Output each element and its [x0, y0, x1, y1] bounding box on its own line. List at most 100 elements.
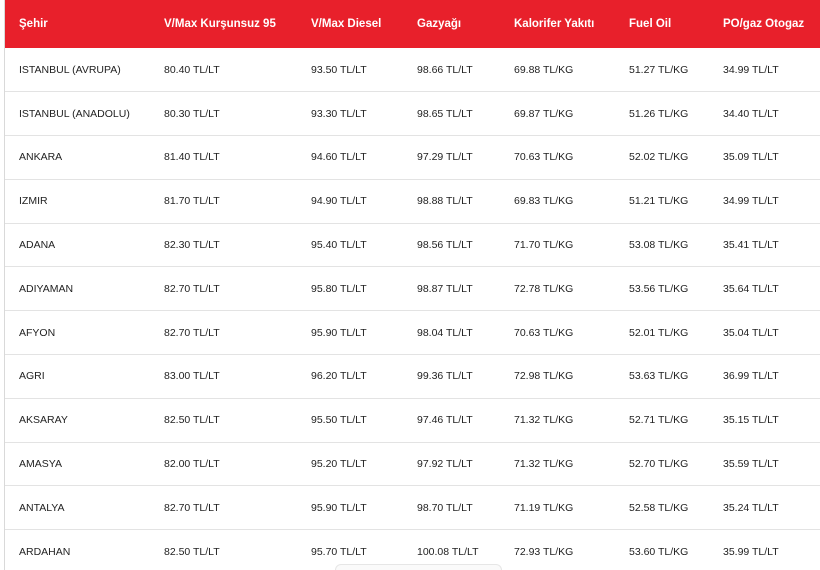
cell-fuel-oil: 53.60 TL/KG	[629, 545, 689, 558]
table-row: AMASYA 82.00 TL/LT 95.20 TL/LT 97.92 TL/LT 7…	[5, 442, 820, 486]
table-row: ANKARA 81.40 TL/LT 94.60 TL/LT 97.29 TL/LT 7…	[5, 136, 820, 180]
table-row: ISTANBUL (ANADOLU) 80.30 TL/LT 93.30 TL/LT…	[5, 92, 820, 136]
cell-autogas: 35.41 TL/LT	[723, 239, 779, 252]
column-header-unleaded-95: V/Max Kurşunsuz 95	[164, 18, 276, 30]
cell-fuel-oil: 51.26 TL/KG	[629, 107, 689, 120]
cell-diesel: 94.60 TL/LT	[311, 151, 367, 164]
cell-fuel-oil: 52.58 TL/KG	[629, 501, 689, 514]
cell-city: ARDAHAN	[19, 545, 71, 558]
cell-kerosene: 98.70 TL/LT	[417, 501, 473, 514]
cell-diesel: 93.50 TL/LT	[311, 63, 367, 76]
cell-autogas: 35.24 TL/LT	[723, 501, 779, 514]
cell-city: ISTANBUL (AVRUPA)	[19, 63, 121, 76]
cell-unleaded-95: 82.00 TL/LT	[164, 458, 220, 471]
cell-kerosene: 98.88 TL/LT	[417, 195, 473, 208]
cell-fuel-oil: 51.27 TL/KG	[629, 63, 689, 76]
cell-fuel-oil: 53.56 TL/KG	[629, 282, 689, 295]
cell-autogas: 34.99 TL/LT	[723, 63, 779, 76]
cell-kerosene: 98.65 TL/LT	[417, 107, 473, 120]
cell-kerosene: 97.92 TL/LT	[417, 458, 473, 471]
cell-unleaded-95: 82.50 TL/LT	[164, 414, 220, 427]
cell-autogas: 35.09 TL/LT	[723, 151, 779, 164]
cell-heating-oil: 69.88 TL/KG	[514, 63, 574, 76]
cell-heating-oil: 72.93 TL/KG	[514, 545, 574, 558]
cell-city: ISTANBUL (ANADOLU)	[19, 107, 130, 120]
cell-kerosene: 98.87 TL/LT	[417, 282, 473, 295]
cell-kerosene: 98.56 TL/LT	[417, 239, 473, 252]
cell-heating-oil: 70.63 TL/KG	[514, 326, 574, 339]
cell-unleaded-95: 80.30 TL/LT	[164, 107, 220, 120]
table-row: ADIYAMAN 82.70 TL/LT 95.80 TL/LT 98.87 TL/L…	[5, 267, 820, 311]
cell-diesel: 95.80 TL/LT	[311, 282, 367, 295]
column-header-diesel: V/Max Diesel	[311, 18, 382, 30]
column-header-city: Şehir	[19, 18, 48, 30]
cell-diesel: 95.50 TL/LT	[311, 414, 367, 427]
cell-city: ADANA	[19, 239, 56, 252]
cell-autogas: 34.99 TL/LT	[723, 195, 779, 208]
column-header-kerosene: Gazyağı	[417, 18, 462, 30]
cell-unleaded-95: 81.40 TL/LT	[164, 151, 220, 164]
table-row: ADANA 82.30 TL/LT 95.40 TL/LT 98.56 TL/LT 71…	[5, 223, 820, 267]
cell-autogas: 36.99 TL/LT	[723, 370, 779, 383]
cell-city: IZMIR	[19, 195, 48, 208]
cell-kerosene: 97.46 TL/LT	[417, 414, 473, 427]
fuel-price-table: Şehir V/Max Kurşunsuz 95 V/Max Diesel Ga…	[5, 0, 820, 570]
cell-heating-oil: 71.19 TL/KG	[514, 501, 574, 514]
cell-unleaded-95: 82.70 TL/LT	[164, 501, 220, 514]
table-row: ANTALYA 82.70 TL/LT 95.90 TL/LT 98.70 TL/LT…	[5, 486, 820, 530]
table-body: ISTANBUL (AVRUPA) 80.40 TL/LT 93.50 TL/LT 9…	[5, 48, 820, 570]
cell-fuel-oil: 51.21 TL/KG	[629, 195, 689, 208]
cell-unleaded-95: 82.30 TL/LT	[164, 239, 220, 252]
cell-autogas: 35.59 TL/LT	[723, 458, 779, 471]
cell-autogas: 35.04 TL/LT	[723, 326, 779, 339]
cell-diesel: 96.20 TL/LT	[311, 370, 367, 383]
cell-kerosene: 99.36 TL/LT	[417, 370, 473, 383]
cell-heating-oil: 69.87 TL/KG	[514, 107, 574, 120]
cell-kerosene: 97.29 TL/LT	[417, 151, 473, 164]
scroll-indicator[interactable]	[335, 564, 502, 570]
cell-heating-oil: 70.63 TL/KG	[514, 151, 574, 164]
cell-heating-oil: 71.32 TL/KG	[514, 458, 574, 471]
header-row: Şehir V/Max Kurşunsuz 95 V/Max Diesel Ga…	[5, 0, 820, 48]
cell-heating-oil: 71.32 TL/KG	[514, 414, 574, 427]
cell-unleaded-95: 81.70 TL/LT	[164, 195, 220, 208]
cell-kerosene: 98.04 TL/LT	[417, 326, 473, 339]
table-row: AFYON 82.70 TL/LT 95.90 TL/LT 98.04 TL/LT 70…	[5, 311, 820, 355]
cell-diesel: 93.30 TL/LT	[311, 107, 367, 120]
cell-fuel-oil: 52.02 TL/KG	[629, 151, 689, 164]
cell-city: ANTALYA	[19, 501, 65, 514]
cell-fuel-oil: 52.70 TL/KG	[629, 458, 689, 471]
cell-heating-oil: 71.70 TL/KG	[514, 239, 574, 252]
table-row: AGRI 83.00 TL/LT 96.20 TL/LT 99.36 TL/LT 72.…	[5, 355, 820, 399]
cell-unleaded-95: 82.50 TL/LT	[164, 545, 220, 558]
cell-city: AGRI	[19, 370, 45, 383]
cell-autogas: 34.40 TL/LT	[723, 107, 779, 120]
cell-diesel: 94.90 TL/LT	[311, 195, 367, 208]
cell-city: ADIYAMAN	[19, 282, 74, 295]
table-row: IZMIR 81.70 TL/LT 94.90 TL/LT 98.88 TL/LT 69…	[5, 179, 820, 224]
cell-city: AFYON	[19, 326, 56, 339]
cell-city: AKSARAY	[19, 414, 68, 427]
column-header-autogas: PO/gaz Otogaz	[723, 18, 805, 30]
cell-diesel: 95.20 TL/LT	[311, 458, 367, 471]
table-row: ISTANBUL (AVRUPA) 80.40 TL/LT 93.50 TL/LT 9…	[5, 48, 820, 92]
cell-unleaded-95: 83.00 TL/LT	[164, 370, 220, 383]
cell-fuel-oil: 52.71 TL/KG	[629, 414, 689, 427]
cell-autogas: 35.15 TL/LT	[723, 414, 779, 427]
column-header-fuel-oil: Fuel Oil	[629, 18, 672, 30]
cell-autogas: 35.99 TL/LT	[723, 545, 779, 558]
cell-fuel-oil: 53.08 TL/KG	[629, 239, 689, 252]
table-header: Şehir V/Max Kurşunsuz 95 V/Max Diesel Ga…	[5, 0, 820, 48]
cell-unleaded-95: 80.40 TL/LT	[164, 63, 220, 76]
cell-diesel: 95.40 TL/LT	[311, 239, 367, 252]
cell-city: ANKARA	[19, 151, 63, 164]
column-header-heating-oil: Kalorifer Yakıtı	[514, 18, 595, 30]
cell-unleaded-95: 82.70 TL/LT	[164, 282, 220, 295]
fuel-price-table-container: Şehir V/Max Kurşunsuz 95 V/Max Diesel Ga…	[5, 0, 820, 570]
cell-autogas: 35.64 TL/LT	[723, 282, 779, 295]
cell-city: AMASYA	[19, 458, 62, 471]
cell-diesel: 95.90 TL/LT	[311, 501, 367, 514]
cell-unleaded-95: 82.70 TL/LT	[164, 326, 220, 339]
cell-heating-oil: 72.78 TL/KG	[514, 282, 574, 295]
cell-kerosene: 98.66 TL/LT	[417, 63, 473, 76]
